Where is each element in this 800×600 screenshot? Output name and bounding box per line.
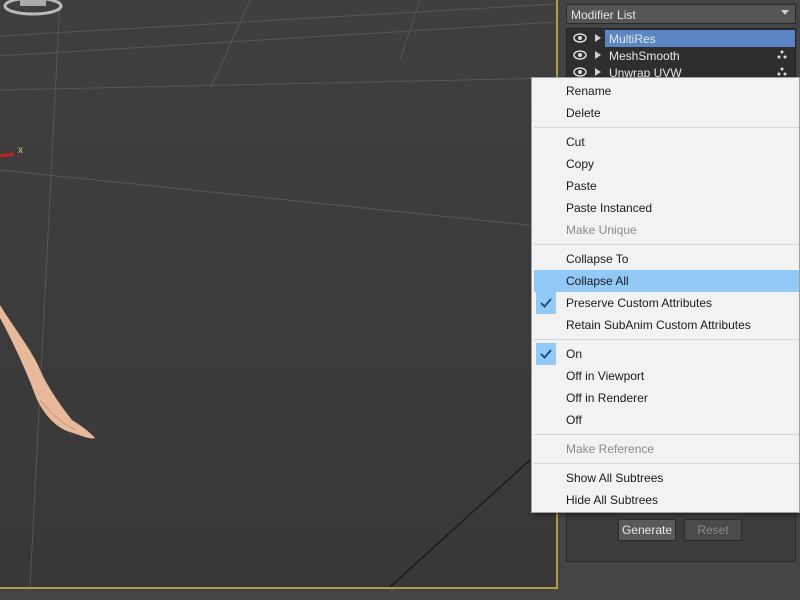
chevron-down-icon <box>781 10 789 15</box>
menu-item-paste-instanced[interactable]: Paste Instanced <box>534 197 799 219</box>
menu-item-label: On <box>566 347 583 361</box>
modifier-list-label: Modifier List <box>571 8 636 22</box>
stack-item-label: MeshSmooth <box>609 49 680 63</box>
menu-item-label: Rename <box>566 84 612 98</box>
menu-item-off-in-viewport[interactable]: Off in Viewport <box>534 365 799 387</box>
menu-item-show-all-subtrees[interactable]: Show All Subtrees <box>534 467 799 489</box>
modifier-stack: MultiRes MeshSmooth Unwrap UVW <box>566 28 796 80</box>
expand-triangle-icon[interactable] <box>595 51 601 59</box>
menu-item-label: Paste <box>566 179 597 193</box>
menu-item-label: Off in Viewport <box>566 369 645 383</box>
menu-separator <box>534 463 799 464</box>
menu-item-copy[interactable]: Copy <box>534 153 799 175</box>
menu-item-off[interactable]: Off <box>534 409 799 431</box>
menu-item-paste[interactable]: Paste <box>534 175 799 197</box>
menu-item-label: Show All Subtrees <box>566 471 664 485</box>
menu-item-make-unique: Make Unique <box>534 219 799 241</box>
menu-item-on[interactable]: On <box>534 343 799 365</box>
menu-item-label: Off in Renderer <box>566 391 648 405</box>
menu-item-label: Make Unique <box>566 223 637 237</box>
context-menu: Rename Delete Cut Copy Paste Paste Insta… <box>531 77 800 513</box>
menu-item-label: Off <box>566 413 582 427</box>
modifier-list-dropdown[interactable]: Modifier List <box>566 4 796 24</box>
expand-triangle-icon[interactable] <box>595 34 601 42</box>
menu-item-off-in-renderer[interactable]: Off in Renderer <box>534 387 799 409</box>
menu-item-collapse-all[interactable]: Collapse All <box>534 270 799 292</box>
menu-item-label: Retain SubAnim Custom Attributes <box>566 318 751 332</box>
menu-item-make-reference: Make Reference <box>534 438 799 460</box>
menu-item-label: Collapse To <box>566 252 629 266</box>
eye-icon[interactable] <box>573 32 587 44</box>
subobject-icon <box>777 67 787 76</box>
menu-item-delete[interactable]: Delete <box>534 102 799 124</box>
generate-group <box>566 508 796 562</box>
menu-item-label: Copy <box>566 157 595 171</box>
menu-separator <box>534 434 799 435</box>
expand-triangle-icon[interactable] <box>595 68 601 76</box>
menu-separator <box>534 339 799 340</box>
menu-item-label: Preserve Custom Attributes <box>566 296 713 310</box>
menu-item-label: Hide All Subtrees <box>566 493 659 507</box>
x-axis-label: x <box>18 145 23 156</box>
generate-button[interactable]: Generate <box>618 519 676 541</box>
subobject-icon <box>777 50 787 59</box>
menu-item-cut[interactable]: Cut <box>534 131 799 153</box>
menu-item-label: Cut <box>566 135 585 149</box>
menu-separator <box>534 244 799 245</box>
menu-item-collapse-to[interactable]: Collapse To <box>534 248 799 270</box>
stack-item-meshsmooth[interactable]: MeshSmooth <box>567 47 795 64</box>
checkmark-icon <box>536 343 556 365</box>
checkmark-icon <box>536 292 556 314</box>
viewcube-icon[interactable] <box>0 0 70 16</box>
stack-item-multires[interactable]: MultiRes <box>567 30 795 47</box>
viewport-grid <box>0 0 556 587</box>
menu-item-label: Paste Instanced <box>566 201 653 215</box>
menu-item-preserve-custom-attributes[interactable]: Preserve Custom Attributes <box>534 292 799 314</box>
menu-item-label: Collapse All <box>566 274 629 288</box>
menu-item-hide-all-subtrees[interactable]: Hide All Subtrees <box>534 489 799 511</box>
menu-separator <box>534 127 799 128</box>
character-hand-shape <box>0 305 95 439</box>
menu-item-label: Make Reference <box>566 442 655 456</box>
menu-item-retain-subanim-custom-attributes[interactable]: Retain SubAnim Custom Attributes <box>534 314 799 336</box>
menu-item-rename[interactable]: Rename <box>534 80 799 102</box>
reset-button: Reset <box>684 519 742 541</box>
viewport[interactable]: x <box>0 0 558 589</box>
eye-icon[interactable] <box>573 49 587 61</box>
stack-item-label: MultiRes <box>609 32 656 46</box>
menu-item-label: Delete <box>566 106 601 120</box>
